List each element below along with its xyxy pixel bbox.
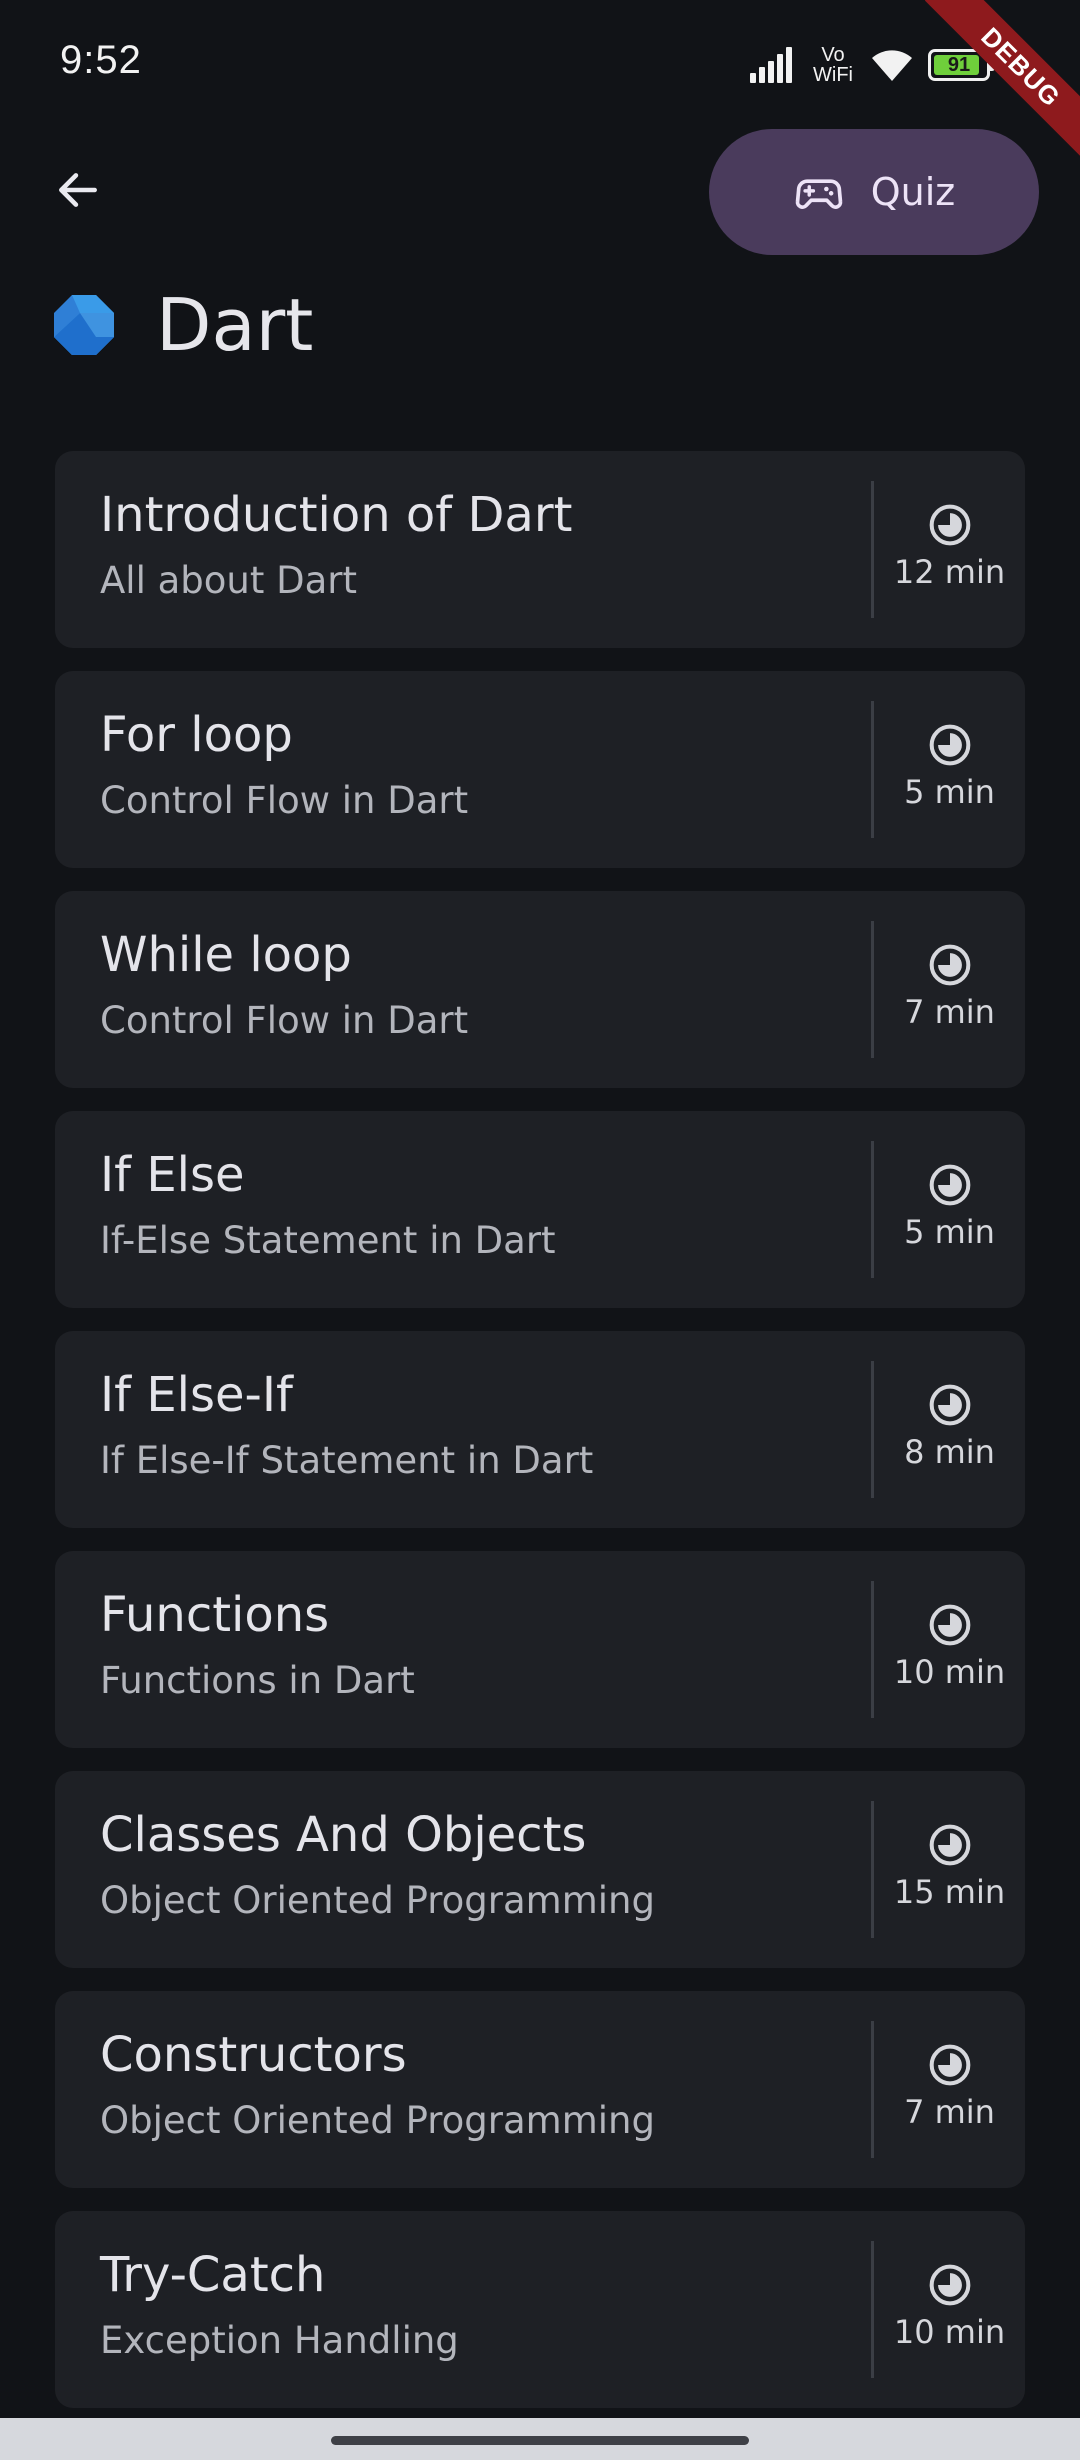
topic-duration: 5 min	[874, 723, 1025, 811]
screen: 9:52 Vo WiFi 91 DEBUG Quiz Dart Introduc…	[0, 0, 1080, 2460]
topic-title: Introduction of Dart	[100, 487, 573, 543]
duration-text: 10 min	[893, 2313, 1006, 2351]
battery-level: 91	[947, 53, 971, 76]
back-button[interactable]	[40, 152, 116, 228]
topic-title: Classes And Objects	[100, 1807, 587, 1863]
topic-subtitle: Control Flow in Dart	[100, 999, 469, 1042]
topic-list: Introduction of Dart All about Dart 12 m…	[55, 451, 1025, 2431]
topic-duration: 12 min	[874, 503, 1025, 591]
topic-card[interactable]: For loop Control Flow in Dart 5 min	[55, 671, 1025, 868]
title-row: Dart	[50, 283, 314, 367]
topic-title: If Else-If	[100, 1367, 293, 1423]
clock-icon	[929, 1824, 970, 1866]
topic-duration: 10 min	[874, 2263, 1025, 2351]
duration-text: 8 min	[904, 1433, 995, 1471]
duration-text: 5 min	[904, 773, 995, 811]
topic-title: Try-Catch	[100, 2247, 326, 2303]
topic-card[interactable]: Functions Functions in Dart 10 min	[55, 1551, 1025, 1748]
topic-duration: 7 min	[874, 943, 1025, 1031]
duration-text: 15 min	[893, 1873, 1006, 1911]
topic-title: Functions	[100, 1587, 330, 1643]
duration-text: 10 min	[893, 1653, 1006, 1691]
topic-subtitle: Exception Handling	[100, 2319, 459, 2362]
clock-icon	[929, 2264, 970, 2306]
topic-subtitle: If-Else Statement in Dart	[100, 1219, 556, 1262]
topic-subtitle: Control Flow in Dart	[100, 779, 469, 822]
topic-card[interactable]: If Else-If If Else-If Statement in Dart …	[55, 1331, 1025, 1528]
wifi-icon	[872, 50, 912, 81]
signal-icon	[750, 47, 792, 83]
topic-card[interactable]: While loop Control Flow in Dart 7 min	[55, 891, 1025, 1088]
clock-icon	[929, 1384, 970, 1426]
topic-card[interactable]: Constructors Object Oriented Programming…	[55, 1991, 1025, 2188]
topic-subtitle: Object Oriented Programming	[100, 1879, 655, 1922]
topic-card[interactable]: Introduction of Dart All about Dart 12 m…	[55, 451, 1025, 648]
clock-icon	[929, 504, 970, 546]
topic-title: Constructors	[100, 2027, 407, 2083]
status-bar: 9:52 Vo WiFi 91	[0, 0, 1080, 130]
quiz-label: Quiz	[870, 170, 956, 214]
quiz-button[interactable]: Quiz	[709, 129, 1039, 255]
topic-subtitle: Object Oriented Programming	[100, 2099, 655, 2142]
topic-title: While loop	[100, 927, 352, 983]
topic-card[interactable]: If Else If-Else Statement in Dart 5 min	[55, 1111, 1025, 1308]
topic-duration: 5 min	[874, 1163, 1025, 1251]
topic-duration: 10 min	[874, 1603, 1025, 1691]
home-indicator[interactable]	[331, 2436, 749, 2445]
duration-text: 12 min	[893, 553, 1006, 591]
topic-card[interactable]: Classes And Objects Object Oriented Prog…	[55, 1771, 1025, 1968]
topic-title: If Else	[100, 1147, 245, 1203]
clock-icon	[929, 724, 970, 766]
dart-logo-icon	[54, 295, 114, 355]
topic-subtitle: All about Dart	[100, 559, 358, 602]
clock-icon	[929, 1604, 970, 1646]
topic-duration: 7 min	[874, 2043, 1025, 2131]
topic-card[interactable]: Try-Catch Exception Handling 10 min	[55, 2211, 1025, 2408]
page-title: Dart	[156, 283, 314, 367]
vowifi-label: Vo WiFi	[813, 44, 853, 86]
topic-duration: 8 min	[874, 1383, 1025, 1471]
duration-text: 7 min	[904, 993, 995, 1031]
duration-text: 7 min	[904, 2093, 995, 2131]
status-icons: Vo WiFi 91	[748, 42, 995, 88]
arrow-left-icon	[59, 173, 97, 207]
topic-subtitle: Functions in Dart	[100, 1659, 415, 1702]
clock-icon	[929, 944, 970, 986]
status-time: 9:52	[60, 38, 142, 82]
clock-icon	[929, 1164, 970, 1206]
clock-icon	[929, 2044, 970, 2086]
topic-title: For loop	[100, 707, 293, 763]
navigation-bar	[0, 2418, 1080, 2460]
topic-duration: 15 min	[874, 1823, 1025, 1911]
gamepad-icon	[795, 179, 843, 209]
topic-subtitle: If Else-If Statement in Dart	[100, 1439, 594, 1482]
duration-text: 5 min	[904, 1213, 995, 1251]
